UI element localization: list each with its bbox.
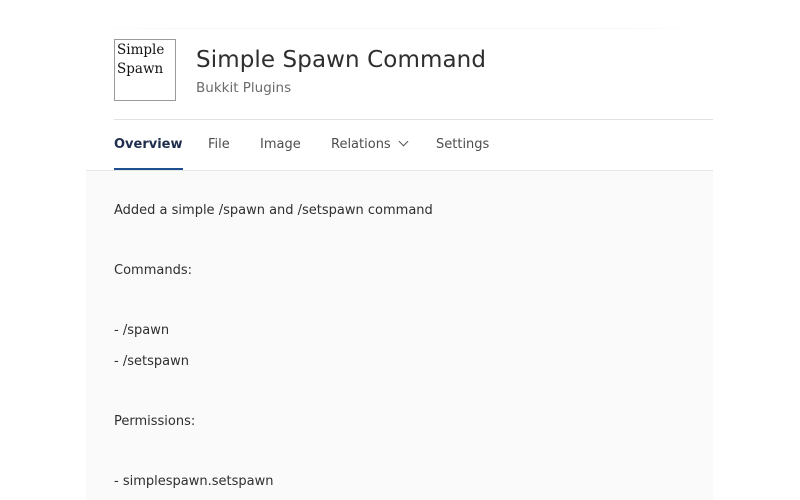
- tab-image[interactable]: Image: [260, 120, 301, 170]
- description-intro: Added a simple /spawn and /setspawn comm…: [114, 203, 433, 218]
- project-page: Simple Spawn Simple Spawn Command Bukkit…: [86, 0, 713, 500]
- command-item: - /setspawn: [114, 354, 189, 369]
- tab-relations[interactable]: Relations: [331, 120, 409, 170]
- logo-line-2: Spawn: [117, 61, 164, 77]
- command-item: - /spawn: [114, 323, 170, 338]
- tab-settings-label: Settings: [436, 137, 490, 152]
- project-tabs: Overview File Image Relations Settings: [114, 120, 713, 170]
- permission-item: - simplespawn.setspawn: [114, 474, 274, 489]
- tab-overview-label: Overview: [114, 137, 183, 152]
- logo-line-1: Simple: [117, 42, 165, 58]
- chevron-down-icon: [398, 136, 409, 147]
- project-category-link[interactable]: Bukkit Plugins: [196, 80, 291, 96]
- project-header: Simple Spawn Simple Spawn Command Bukkit…: [114, 39, 713, 119]
- tab-file[interactable]: File: [208, 120, 230, 170]
- tab-overview[interactable]: Overview: [114, 120, 183, 170]
- tab-relations-label: Relations: [331, 137, 391, 152]
- tab-file-label: File: [208, 137, 230, 152]
- tab-image-label: Image: [260, 137, 301, 152]
- project-title: Simple Spawn Command: [196, 47, 487, 73]
- tab-settings[interactable]: Settings: [436, 120, 489, 170]
- top-separator: [86, 28, 713, 29]
- commands-heading: Commands:: [114, 263, 192, 278]
- overview-content: Added a simple /spawn and /setspawn comm…: [86, 171, 713, 500]
- project-logo: Simple Spawn: [114, 39, 176, 101]
- permissions-heading: Permissions:: [114, 414, 196, 429]
